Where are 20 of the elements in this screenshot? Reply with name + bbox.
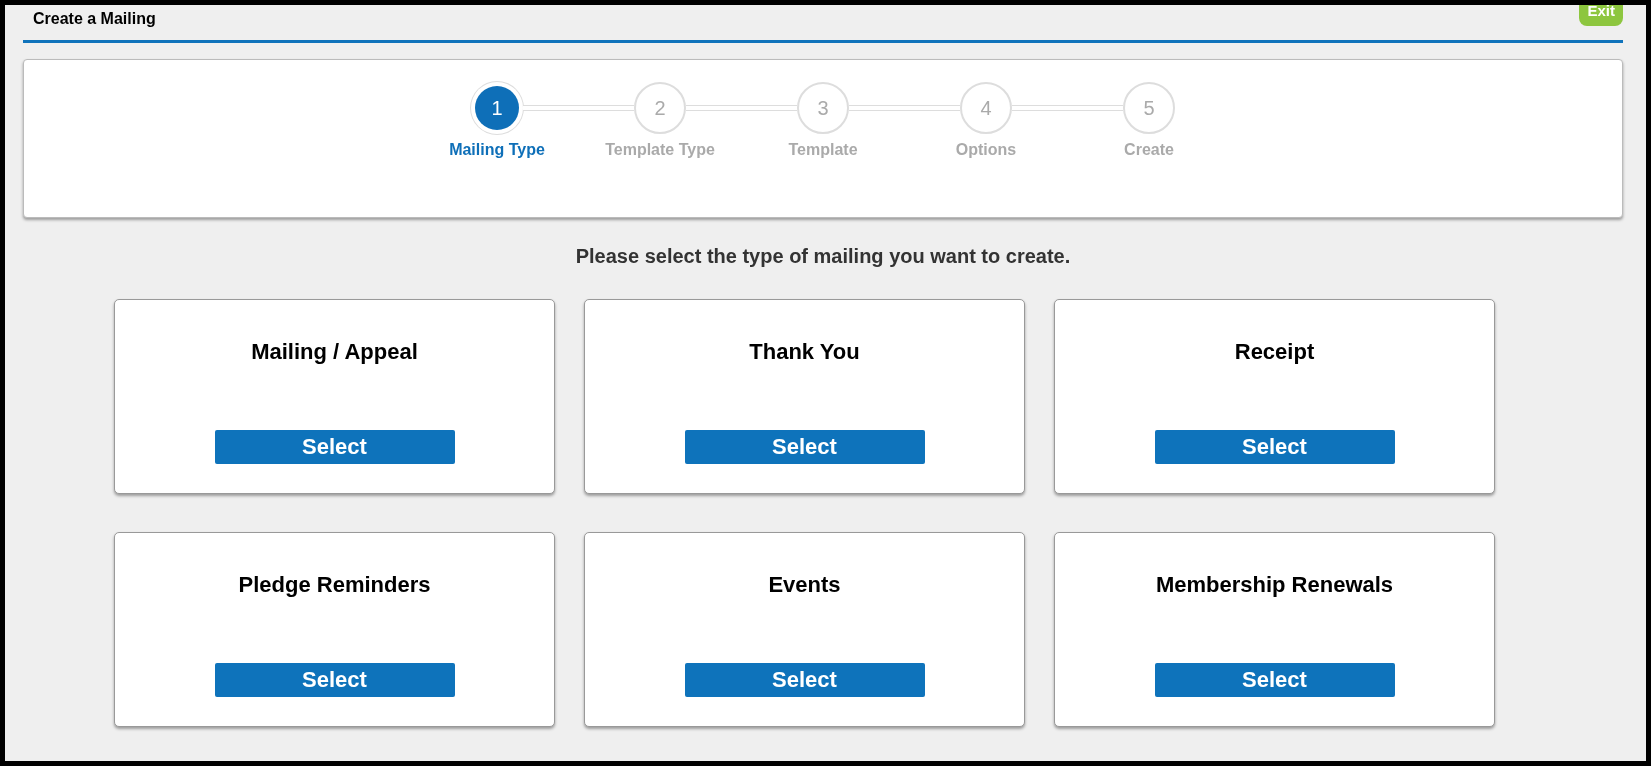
card-title: Mailing / Appeal	[251, 338, 418, 366]
card-title: Membership Renewals	[1155, 571, 1394, 599]
step-label: Options	[954, 140, 1018, 160]
step-label: Mailing Type	[448, 140, 546, 160]
window-title: Create a Mailing	[33, 8, 156, 29]
step-label: Template	[787, 140, 859, 160]
select-button[interactable]: Select	[214, 663, 455, 697]
step-label: Template Type	[604, 140, 716, 160]
card-title: Events	[768, 571, 841, 599]
select-button[interactable]: Select	[684, 663, 925, 697]
select-button[interactable]: Select	[1154, 430, 1395, 464]
step-label: Create	[1123, 140, 1175, 160]
step-circle[interactable]: 1	[475, 86, 519, 130]
instruction-heading: Please select the type of mailing you want to create.	[574, 244, 1072, 269]
card-title: Receipt	[1234, 338, 1315, 366]
card-title: Thank You	[749, 338, 860, 366]
select-button[interactable]: Select	[214, 430, 455, 464]
select-button[interactable]: Select	[1154, 663, 1395, 697]
select-button[interactable]: Select	[684, 430, 925, 464]
card-title: Pledge Reminders	[238, 571, 431, 599]
